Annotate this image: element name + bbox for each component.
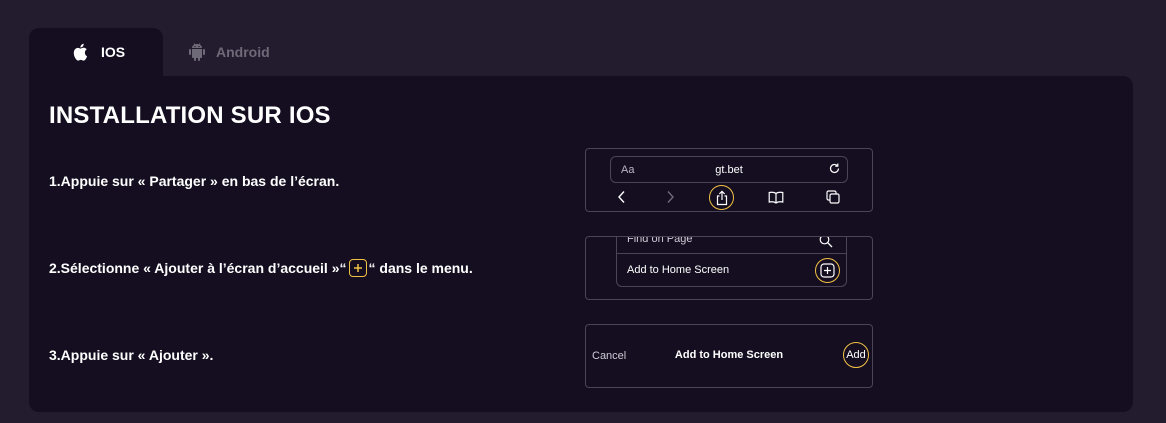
step-1-text: 1.Appuie sur « Partager » en bas de l’éc… <box>49 173 340 189</box>
add-label: Add <box>846 349 866 361</box>
share-menu-illustration: Find on Page Add to Home Screen <box>585 236 873 300</box>
plus-square-icon <box>348 259 367 277</box>
add-sheet-illustration: Cancel Add to Home Screen Add <box>585 324 873 388</box>
step-3-text: 3.Appuie sur « Ajouter ». <box>49 347 214 363</box>
bookmarks-icon <box>768 189 784 205</box>
apple-icon <box>70 41 92 63</box>
tabs-icon <box>825 189 841 205</box>
page-title: INSTALLATION SUR IOS <box>49 102 331 129</box>
step-2-text-before: 2.Sélectionne « Ajouter à l’écran d’accu… <box>49 260 347 276</box>
add-icon-highlight <box>815 258 840 283</box>
share-icon <box>716 189 727 205</box>
add-square-icon <box>820 263 835 278</box>
url-text: gt.bet <box>715 164 743 176</box>
install-panel: INSTALLATION SUR IOS 1.Appuie sur « Part… <box>29 76 1133 412</box>
menu-item-find: Find on Page <box>617 236 846 254</box>
tab-ios[interactable]: IOS <box>29 28 163 76</box>
tab-android-label: Android <box>216 44 270 60</box>
share-menu: Find on Page Add to Home Screen <box>616 236 847 287</box>
tab-ios-label: IOS <box>101 44 126 60</box>
android-icon <box>186 41 208 63</box>
tab-android[interactable]: Android <box>163 28 270 76</box>
step-2-text-after: “ dans le menu. <box>368 260 473 276</box>
safari-toolbar-illustration: Aa gt.bet <box>585 148 873 212</box>
step-2-text: 2.Sélectionne « Ajouter à l’écran d’accu… <box>49 259 473 277</box>
add-label-highlight: Add <box>843 342 869 368</box>
share-icon-highlight <box>709 185 734 210</box>
add-sheet-title: Add to Home Screen <box>674 349 784 361</box>
back-icon <box>614 189 630 205</box>
platform-tabs: IOS Android <box>29 28 270 76</box>
address-bar: Aa gt.bet <box>610 156 848 183</box>
reload-icon <box>828 162 841 178</box>
find-on-page-label: Find on Page <box>627 236 693 245</box>
search-icon <box>819 237 833 253</box>
add-to-home-label: Add to Home Screen <box>627 264 730 276</box>
forward-icon <box>662 189 678 205</box>
